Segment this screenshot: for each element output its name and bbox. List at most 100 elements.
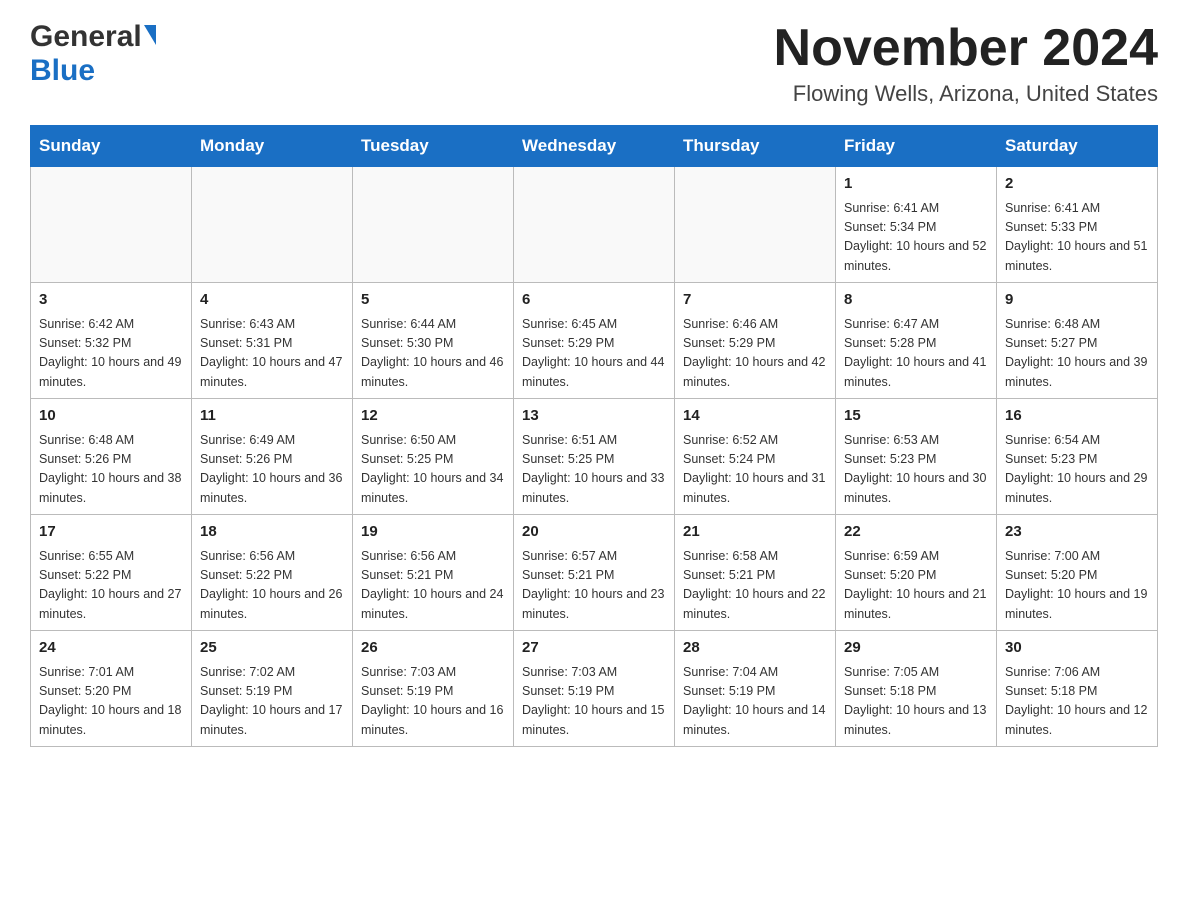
calendar-cell: 25Sunrise: 7:02 AM Sunset: 5:19 PM Dayli… xyxy=(192,631,353,747)
day-info: Sunrise: 6:43 AM Sunset: 5:31 PM Dayligh… xyxy=(200,315,344,393)
calendar-cell: 13 Sunrise: 6:51 AM Sunset: 5:25 PM Dayli… xyxy=(514,399,675,515)
calendar-cell: 5 Sunrise: 6:44 AM Sunset: 5:30 PM Daylig… xyxy=(353,283,514,399)
calendar-cell: 9 Sunrise: 6:48 AM Sunset: 5:27 PM Daylig… xyxy=(997,283,1158,399)
day-number: 28 xyxy=(683,637,827,660)
day-number: 4 xyxy=(200,289,344,312)
day-info: Sunrise: 6:58 AM Sunset: 5:21 PM Dayligh… xyxy=(683,547,827,625)
calendar-week-row: 10Sunrise: 6:48 AM Sunset: 5:26 PM Dayli… xyxy=(31,399,1158,515)
calendar-cell: 20Sunrise: 6:57 AM Sunset: 5:21 PM Dayli… xyxy=(514,515,675,631)
day-number: 21 xyxy=(683,521,827,544)
day-info: Sunrise: 6:54 AM Sunset: 5:23 PM Dayligh… xyxy=(1005,431,1149,509)
day-number: 10 xyxy=(39,405,183,428)
day-number: 14 xyxy=(683,405,827,428)
day-number: 8 xyxy=(844,289,988,312)
day-info: Sunrise: 6:48 AM Sunset: 5:27 PM Dayligh… xyxy=(1005,315,1149,393)
day-info: Sunrise: 6:44 AM Sunset: 5:30 PM Dayligh… xyxy=(361,315,505,393)
calendar-cell: 27 Sunrise: 7:03 AM Sunset: 5:19 PM Dayli… xyxy=(514,631,675,747)
weekday-header-saturday: Saturday xyxy=(997,126,1158,167)
calendar-cell: 11 Sunrise: 6:49 AM Sunset: 5:26 PM Dayli… xyxy=(192,399,353,515)
calendar-week-row: 17 Sunrise: 6:55 AM Sunset: 5:22 PM Dayli… xyxy=(31,515,1158,631)
calendar-cell: 28Sunrise: 7:04 AM Sunset: 5:19 PM Dayli… xyxy=(675,631,836,747)
calendar-header-row: SundayMondayTuesdayWednesdayThursdayFrid… xyxy=(31,126,1158,167)
day-info: Sunrise: 7:05 AM Sunset: 5:18 PM Dayligh… xyxy=(844,663,988,741)
day-info: Sunrise: 6:57 AM Sunset: 5:21 PM Dayligh… xyxy=(522,547,666,625)
day-info: Sunrise: 6:45 AM Sunset: 5:29 PM Dayligh… xyxy=(522,315,666,393)
day-number: 27 xyxy=(522,637,666,660)
calendar-cell xyxy=(192,167,353,283)
calendar-cell: 29 Sunrise: 7:05 AM Sunset: 5:18 PM Dayli… xyxy=(836,631,997,747)
day-number: 19 xyxy=(361,521,505,544)
day-info: Sunrise: 7:00 AM Sunset: 5:20 PM Dayligh… xyxy=(1005,547,1149,625)
day-number: 12 xyxy=(361,405,505,428)
title-area: November 2024 Flowing Wells, Arizona, Un… xyxy=(774,20,1158,107)
day-number: 1 xyxy=(844,173,988,196)
weekday-header-monday: Monday xyxy=(192,126,353,167)
calendar-cell xyxy=(675,167,836,283)
day-number: 9 xyxy=(1005,289,1149,312)
day-number: 13 xyxy=(522,405,666,428)
calendar-cell: 23 Sunrise: 7:00 AM Sunset: 5:20 PM Dayli… xyxy=(997,515,1158,631)
day-number: 29 xyxy=(844,637,988,660)
day-info: Sunrise: 6:52 AM Sunset: 5:24 PM Dayligh… xyxy=(683,431,827,509)
day-info: Sunrise: 6:56 AM Sunset: 5:21 PM Dayligh… xyxy=(361,547,505,625)
day-number: 30 xyxy=(1005,637,1149,660)
day-number: 5 xyxy=(361,289,505,312)
weekday-header-friday: Friday xyxy=(836,126,997,167)
day-number: 6 xyxy=(522,289,666,312)
day-info: Sunrise: 7:02 AM Sunset: 5:19 PM Dayligh… xyxy=(200,663,344,741)
header: General Blue November 2024 Flowing Wells… xyxy=(30,20,1158,107)
day-info: Sunrise: 6:55 AM Sunset: 5:22 PM Dayligh… xyxy=(39,547,183,625)
calendar-cell: 4 Sunrise: 6:43 AM Sunset: 5:31 PM Daylig… xyxy=(192,283,353,399)
calendar-cell: 24 Sunrise: 7:01 AM Sunset: 5:20 PM Dayli… xyxy=(31,631,192,747)
day-info: Sunrise: 6:49 AM Sunset: 5:26 PM Dayligh… xyxy=(200,431,344,509)
calendar-cell: 18 Sunrise: 6:56 AM Sunset: 5:22 PM Dayli… xyxy=(192,515,353,631)
calendar-cell: 12 Sunrise: 6:50 AM Sunset: 5:25 PM Dayli… xyxy=(353,399,514,515)
logo-triangle-icon xyxy=(144,25,156,45)
day-info: Sunrise: 6:46 AM Sunset: 5:29 PM Dayligh… xyxy=(683,315,827,393)
day-number: 16 xyxy=(1005,405,1149,428)
day-info: Sunrise: 6:50 AM Sunset: 5:25 PM Dayligh… xyxy=(361,431,505,509)
month-title: November 2024 xyxy=(774,20,1158,77)
calendar-week-row: 24 Sunrise: 7:01 AM Sunset: 5:20 PM Dayli… xyxy=(31,631,1158,747)
calendar-cell: 6 Sunrise: 6:45 AM Sunset: 5:29 PM Daylig… xyxy=(514,283,675,399)
day-number: 22 xyxy=(844,521,988,544)
day-number: 11 xyxy=(200,405,344,428)
day-info: Sunrise: 6:47 AM Sunset: 5:28 PM Dayligh… xyxy=(844,315,988,393)
day-info: Sunrise: 7:03 AM Sunset: 5:19 PM Dayligh… xyxy=(361,663,505,741)
calendar-cell: 19 Sunrise: 6:56 AM Sunset: 5:21 PM Dayli… xyxy=(353,515,514,631)
calendar-cell: 1 Sunrise: 6:41 AM Sunset: 5:34 PM Daylig… xyxy=(836,167,997,283)
day-number: 18 xyxy=(200,521,344,544)
day-number: 24 xyxy=(39,637,183,660)
day-number: 23 xyxy=(1005,521,1149,544)
calendar-cell: 16 Sunrise: 6:54 AM Sunset: 5:23 PM Dayli… xyxy=(997,399,1158,515)
calendar-week-row: 1 Sunrise: 6:41 AM Sunset: 5:34 PM Daylig… xyxy=(31,167,1158,283)
day-number: 3 xyxy=(39,289,183,312)
calendar-cell xyxy=(353,167,514,283)
calendar-cell: 2Sunrise: 6:41 AM Sunset: 5:33 PM Daylig… xyxy=(997,167,1158,283)
day-info: Sunrise: 6:53 AM Sunset: 5:23 PM Dayligh… xyxy=(844,431,988,509)
day-number: 26 xyxy=(361,637,505,660)
calendar-cell: 26 Sunrise: 7:03 AM Sunset: 5:19 PM Dayli… xyxy=(353,631,514,747)
day-info: Sunrise: 6:59 AM Sunset: 5:20 PM Dayligh… xyxy=(844,547,988,625)
calendar-cell: 8 Sunrise: 6:47 AM Sunset: 5:28 PM Daylig… xyxy=(836,283,997,399)
calendar-cell xyxy=(514,167,675,283)
location-title: Flowing Wells, Arizona, United States xyxy=(774,81,1158,107)
day-info: Sunrise: 6:51 AM Sunset: 5:25 PM Dayligh… xyxy=(522,431,666,509)
calendar-cell: 17 Sunrise: 6:55 AM Sunset: 5:22 PM Dayli… xyxy=(31,515,192,631)
logo-blue-text: Blue xyxy=(30,54,95,87)
day-number: 15 xyxy=(844,405,988,428)
logo: General Blue xyxy=(30,20,156,88)
weekday-header-wednesday: Wednesday xyxy=(514,126,675,167)
day-info: Sunrise: 6:56 AM Sunset: 5:22 PM Dayligh… xyxy=(200,547,344,625)
calendar-cell: 7 Sunrise: 6:46 AM Sunset: 5:29 PM Daylig… xyxy=(675,283,836,399)
calendar-cell: 14 Sunrise: 6:52 AM Sunset: 5:24 PM Dayli… xyxy=(675,399,836,515)
day-info: Sunrise: 6:41 AM Sunset: 5:34 PM Dayligh… xyxy=(844,199,988,277)
day-number: 17 xyxy=(39,521,183,544)
calendar-cell: 15 Sunrise: 6:53 AM Sunset: 5:23 PM Dayli… xyxy=(836,399,997,515)
calendar-cell: 22 Sunrise: 6:59 AM Sunset: 5:20 PM Dayli… xyxy=(836,515,997,631)
calendar-cell: 30 Sunrise: 7:06 AM Sunset: 5:18 PM Dayli… xyxy=(997,631,1158,747)
day-number: 7 xyxy=(683,289,827,312)
day-info: Sunrise: 7:03 AM Sunset: 5:19 PM Dayligh… xyxy=(522,663,666,741)
day-info: Sunrise: 7:01 AM Sunset: 5:20 PM Dayligh… xyxy=(39,663,183,741)
day-info: Sunrise: 7:06 AM Sunset: 5:18 PM Dayligh… xyxy=(1005,663,1149,741)
